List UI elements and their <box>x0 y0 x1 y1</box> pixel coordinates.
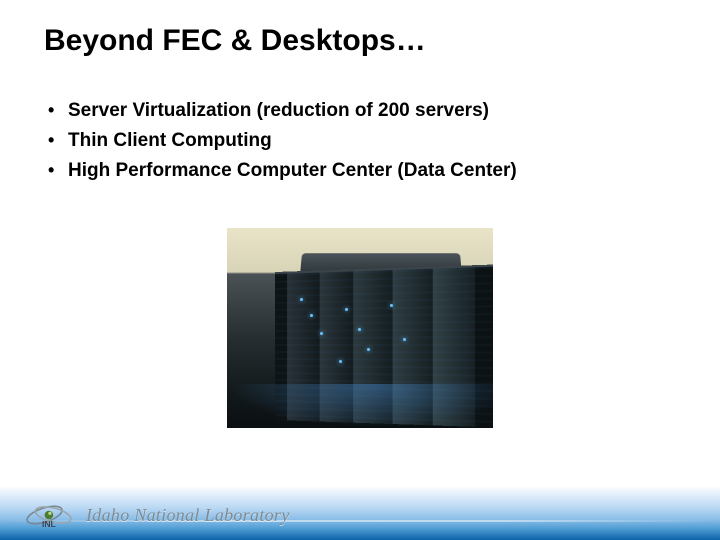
slide: Beyond FEC & Desktops… Server Virtualiza… <box>0 0 720 540</box>
server-rack-illustration <box>227 228 493 428</box>
footer-org-name: Idaho National Laboratory <box>86 505 290 526</box>
bullet-item: High Performance Computer Center (Data C… <box>48 160 672 182</box>
bullet-list: Server Virtualization (reduction of 200 … <box>48 100 672 190</box>
logo-abbrev: INL <box>42 519 56 529</box>
bullet-item: Thin Client Computing <box>48 130 672 152</box>
bullet-item: Server Virtualization (reduction of 200 … <box>48 100 672 122</box>
inl-logo: INL Idaho National Laboratory <box>24 500 290 530</box>
inl-logo-mark-icon: INL <box>24 500 78 530</box>
server-photo <box>227 228 493 428</box>
slide-title: Beyond FEC & Desktops… <box>44 24 426 58</box>
footer: INL Idaho National Laboratory <box>0 462 720 540</box>
